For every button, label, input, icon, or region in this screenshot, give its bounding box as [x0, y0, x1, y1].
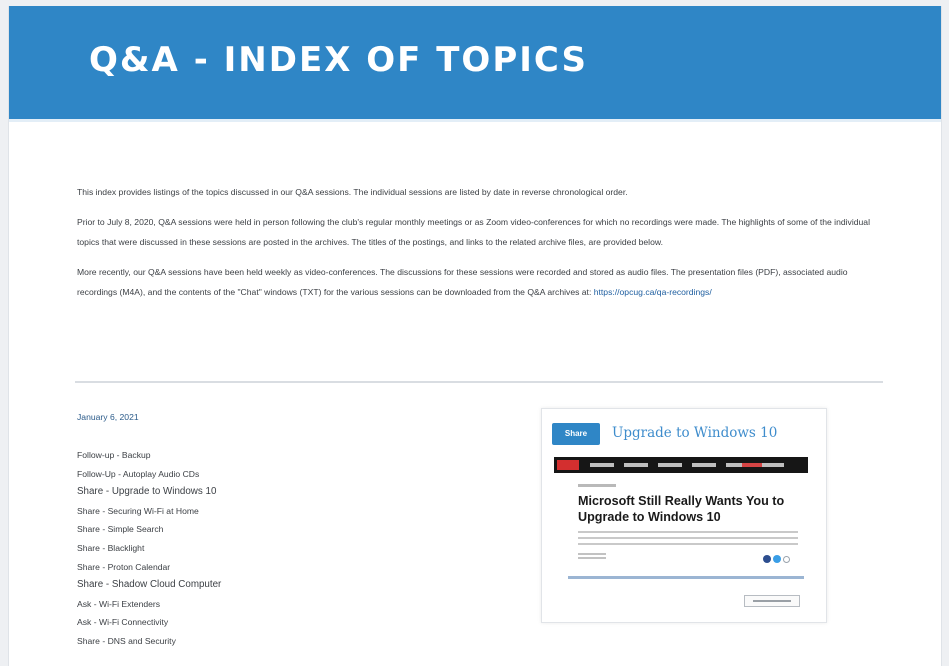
twitter-icon[interactable] — [773, 555, 781, 563]
topic-item: Share - DNS and Security — [77, 635, 176, 646]
article-title[interactable]: Microsoft Still Really Wants You to Upgr… — [578, 493, 810, 525]
topic-item: Share - Upgrade to Windows 10 — [77, 486, 217, 498]
card-action-button[interactable] — [744, 595, 800, 607]
topic-item: Follow-Up - Autoplay Audio CDs — [77, 468, 200, 479]
link-icon[interactable] — [783, 556, 790, 563]
intro-paragraph-2: Prior to July 8, 2020, Q&A sessions were… — [77, 217, 870, 247]
topic-item: Share - Simple Search — [77, 524, 164, 535]
article-url-link[interactable] — [568, 576, 804, 579]
share-badge: Share — [552, 423, 600, 445]
page: Q&A - INDEX OF TOPICS This index provide… — [8, 6, 942, 666]
qa-recordings-link[interactable]: https://opcug.ca/qa-recordings/ — [594, 287, 712, 297]
topic-item: Ask - Wi-Fi Extenders — [77, 598, 161, 609]
site-logo-icon — [557, 460, 579, 470]
section-divider — [75, 381, 883, 383]
article-nav-highlight — [742, 463, 762, 467]
topic-list: Follow-up - Backup Follow-Up - Autoplay … — [77, 446, 221, 651]
session-date: January 6, 2021 — [77, 412, 139, 422]
intro-paragraph-3: More recently, our Q&A sessions have bee… — [77, 262, 887, 302]
article-summary — [578, 531, 798, 545]
topic-item: Share - Securing Wi-Fi at Home — [77, 505, 199, 516]
topic-item: Share - Blacklight — [77, 542, 145, 553]
topic-item: Follow-up - Backup — [77, 450, 151, 460]
share-card: Share Upgrade to Windows 10 Microsoft St… — [541, 408, 827, 623]
intro-paragraph-3-text: More recently, our Q&A sessions have bee… — [77, 267, 848, 297]
article-author — [578, 553, 606, 559]
intro-paragraph-1: This index provides listings of the topi… — [77, 187, 628, 197]
intro-section: This index provides listings of the topi… — [77, 182, 887, 312]
topic-item: Share - Shadow Cloud Computer — [77, 579, 222, 591]
header-banner: Q&A - INDEX OF TOPICS — [9, 6, 941, 122]
share-heading: Upgrade to Windows 10 — [612, 425, 778, 441]
topic-item: Share - Proton Calendar — [77, 561, 171, 572]
article-nav-bar — [554, 457, 808, 473]
page-title: Q&A - INDEX OF TOPICS — [89, 40, 588, 80]
facebook-icon[interactable] — [763, 555, 771, 563]
article-category — [578, 484, 616, 487]
card-action-label — [753, 600, 791, 602]
topic-item: Ask - Wi-Fi Connectivity — [77, 617, 169, 628]
